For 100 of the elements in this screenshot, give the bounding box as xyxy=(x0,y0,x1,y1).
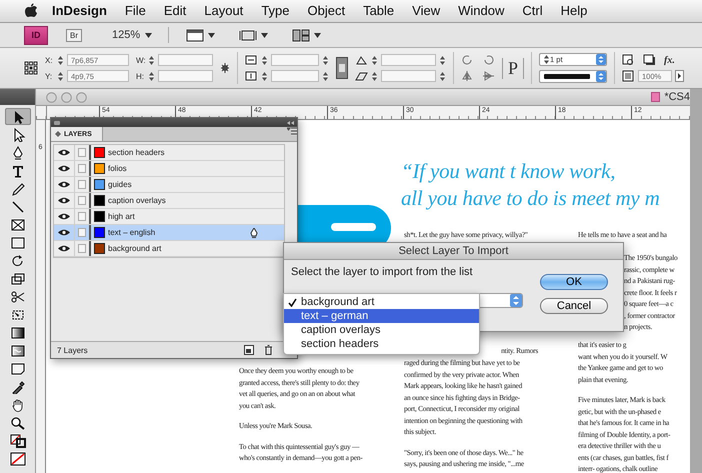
lock-toggle-icon[interactable] xyxy=(78,212,86,221)
dropdown-option[interactable]: section headers xyxy=(284,337,479,351)
menu-item[interactable]: Help xyxy=(552,0,596,22)
new-layer-icon[interactable] xyxy=(244,345,254,355)
dialog-button[interactable]: Cancel xyxy=(540,298,608,314)
stepper-icon[interactable] xyxy=(596,54,606,65)
stepper-icon[interactable] xyxy=(261,70,268,82)
menu-item[interactable]: Window xyxy=(449,0,514,22)
y-label: Y: xyxy=(45,72,54,80)
eye-icon[interactable] xyxy=(58,149,70,156)
dialog-button[interactable]: OK xyxy=(540,274,608,290)
hand-tool-icon xyxy=(10,398,26,412)
scale-x-field[interactable] xyxy=(271,54,319,66)
apple-logo-icon[interactable] xyxy=(24,3,38,19)
bridge-button[interactable]: Br xyxy=(66,28,82,42)
eye-icon[interactable] xyxy=(58,229,70,236)
scale-y-field[interactable] xyxy=(271,70,319,82)
eye-icon[interactable] xyxy=(58,197,70,204)
layer-name: high art xyxy=(108,212,136,221)
pencil-tool-icon xyxy=(10,182,26,196)
screen-mode-icon xyxy=(239,28,258,42)
eye-icon[interactable] xyxy=(58,245,70,252)
drop-shadow-icon xyxy=(643,54,656,66)
stepper-icon[interactable] xyxy=(371,54,378,66)
zoom-tool-icon xyxy=(10,416,26,430)
gradient-feather-tool-icon xyxy=(10,344,26,358)
menu-item[interactable]: Table xyxy=(354,0,404,22)
flip-vertical-icon xyxy=(482,70,495,82)
view-options-icon xyxy=(186,28,204,42)
stroke-type-dropdown[interactable] xyxy=(539,70,608,83)
stepper-icon[interactable] xyxy=(57,54,64,66)
stepper-icon[interactable] xyxy=(322,70,329,82)
layer-row[interactable]: background art xyxy=(54,241,284,257)
menu-item[interactable]: Object xyxy=(298,0,354,22)
dropdown-option[interactable]: text – german xyxy=(284,309,479,323)
panel-menu-icon[interactable] xyxy=(287,127,297,135)
selection-tool-button[interactable] xyxy=(4,108,30,125)
apply-none-tool-icon xyxy=(10,452,26,466)
eye-icon[interactable] xyxy=(58,213,70,220)
layer-row[interactable]: section headers xyxy=(54,145,284,161)
stepper-icon[interactable] xyxy=(439,54,446,66)
app-menu[interactable]: InDesign xyxy=(38,0,116,22)
lock-toggle-icon[interactable] xyxy=(78,180,86,189)
line-tool-icon xyxy=(10,200,26,214)
pen-icon xyxy=(250,228,258,238)
zoom-dropdown[interactable]: 125% xyxy=(108,27,156,43)
menu-item[interactable]: File xyxy=(116,0,155,22)
lock-toggle-icon[interactable] xyxy=(78,164,86,173)
menu-item[interactable]: Edit xyxy=(154,0,196,22)
caret-icon xyxy=(208,32,216,38)
stepper-icon[interactable] xyxy=(148,70,155,82)
lock-toggle-icon[interactable] xyxy=(78,228,86,237)
eye-icon[interactable] xyxy=(58,165,70,172)
lock-toggle-icon[interactable] xyxy=(78,196,86,205)
pull-quote-line: all you have to do is meet my m xyxy=(401,185,660,212)
width-label: W: xyxy=(136,56,145,64)
eye-icon[interactable] xyxy=(58,181,70,188)
stepper-icon[interactable] xyxy=(322,54,329,66)
layer-row[interactable]: folios xyxy=(54,161,284,177)
menu-item[interactable]: View xyxy=(403,0,450,22)
height-label: H: xyxy=(136,72,145,80)
rotate-tool-icon xyxy=(10,254,26,268)
disclosure-arrow-icon[interactable] xyxy=(675,70,684,82)
stepper-icon[interactable] xyxy=(261,54,268,66)
rotate-counterclockwise-icon xyxy=(482,54,495,66)
stepper-icon[interactable] xyxy=(439,70,446,82)
lock-toggle-icon[interactable] xyxy=(78,148,86,157)
note-tool-icon xyxy=(10,362,26,376)
caret-icon xyxy=(261,32,268,38)
menu-item[interactable]: Ctrl xyxy=(513,0,552,22)
constrain-scale-icon[interactable] xyxy=(336,57,348,79)
shear-angle-field[interactable] xyxy=(381,70,436,82)
menu-item[interactable]: Type xyxy=(252,0,298,22)
width-field[interactable] xyxy=(158,54,213,66)
trash-icon[interactable] xyxy=(264,345,273,355)
menu-item[interactable]: Layout xyxy=(195,0,252,22)
dropdown-option[interactable]: background art xyxy=(284,295,479,309)
dropdown-option[interactable]: caption overlays xyxy=(284,323,479,337)
height-field[interactable] xyxy=(158,70,213,82)
stepper-icon[interactable] xyxy=(543,54,550,65)
layer-row[interactable]: high art xyxy=(54,209,284,225)
stepper-icon[interactable] xyxy=(148,54,155,66)
scale-y-icon xyxy=(245,70,258,82)
layer-row[interactable]: caption overlays xyxy=(54,193,284,209)
layer-name: folios xyxy=(108,164,128,173)
effects-label[interactable]: fx. xyxy=(664,54,675,66)
shear-angle-icon xyxy=(355,70,368,82)
free-transform-tool-icon xyxy=(10,308,26,322)
fill-stroke-tool-icon xyxy=(10,434,26,448)
stepper-icon[interactable] xyxy=(596,71,606,82)
document-title: *CS4 xyxy=(664,91,690,103)
reference-point-icon[interactable] xyxy=(24,61,38,75)
layer-row[interactable]: guides xyxy=(54,177,284,193)
stepper-icon[interactable] xyxy=(57,70,64,82)
dialog-title: Select Layer To Import xyxy=(284,243,623,260)
stepper-icon[interactable] xyxy=(371,70,378,82)
lock-toggle-icon[interactable] xyxy=(78,244,86,253)
layer-row[interactable]: text – english xyxy=(54,225,284,241)
panel-grip-icon xyxy=(54,120,60,124)
rotation-angle-field[interactable] xyxy=(381,54,436,66)
